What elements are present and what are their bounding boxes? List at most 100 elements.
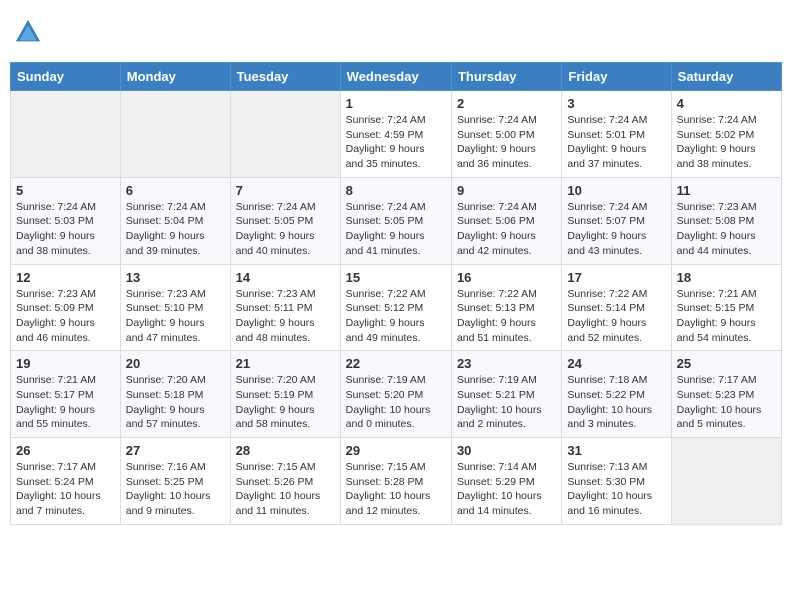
day-number: 27 bbox=[126, 443, 225, 458]
calendar-header-row: SundayMondayTuesdayWednesdayThursdayFrid… bbox=[11, 63, 782, 91]
day-number: 24 bbox=[567, 356, 665, 371]
day-info: Sunrise: 7:20 AM Sunset: 5:18 PM Dayligh… bbox=[126, 373, 225, 432]
calendar-cell: 6Sunrise: 7:24 AM Sunset: 5:04 PM Daylig… bbox=[120, 177, 230, 264]
calendar-cell: 3 Sunrise: 7:24 AM Sunset: 5:01 PM Daylig… bbox=[562, 91, 671, 178]
calendar-cell: 18 Sunrise: 7:21 AM Sunset: 5:15 PM Dayli… bbox=[671, 264, 781, 351]
calendar-cell bbox=[120, 91, 230, 178]
calendar-cell: 24Sunrise: 7:18 AM Sunset: 5:22 PM Dayli… bbox=[562, 351, 671, 438]
day-info: Sunrise: 7:22 AM Sunset: 5:13 PM Dayligh… bbox=[457, 287, 556, 346]
calendar-cell: 19 Sunrise: 7:21 AM Sunset: 5:17 PM Dayli… bbox=[11, 351, 121, 438]
day-number: 8 bbox=[346, 183, 446, 198]
day-info: Sunrise: 7:21 AM Sunset: 5:17 PM Dayligh… bbox=[16, 373, 115, 432]
day-info: Sunrise: 7:15 AM Sunset: 5:28 PM Dayligh… bbox=[346, 460, 446, 519]
calendar-week-row: 5Sunrise: 7:24 AM Sunset: 5:03 PM Daylig… bbox=[11, 177, 782, 264]
day-info: Sunrise: 7:19 AM Sunset: 5:20 PM Dayligh… bbox=[346, 373, 446, 432]
calendar-cell: 31 Sunrise: 7:13 AM Sunset: 5:30 PM Dayli… bbox=[562, 438, 671, 525]
calendar-header-tuesday: Tuesday bbox=[230, 63, 340, 91]
calendar-week-row: 19 Sunrise: 7:21 AM Sunset: 5:17 PM Dayli… bbox=[11, 351, 782, 438]
day-info: Sunrise: 7:15 AM Sunset: 5:26 PM Dayligh… bbox=[236, 460, 335, 519]
day-info: Sunrise: 7:14 AM Sunset: 5:29 PM Dayligh… bbox=[457, 460, 556, 519]
day-number: 20 bbox=[126, 356, 225, 371]
calendar-cell: 28 Sunrise: 7:15 AM Sunset: 5:26 PM Dayli… bbox=[230, 438, 340, 525]
calendar-cell: 12 Sunrise: 7:23 AM Sunset: 5:09 PM Dayli… bbox=[11, 264, 121, 351]
day-number: 18 bbox=[677, 270, 776, 285]
day-info: Sunrise: 7:13 AM Sunset: 5:30 PM Dayligh… bbox=[567, 460, 665, 519]
calendar-cell: 2Sunrise: 7:24 AM Sunset: 5:00 PM Daylig… bbox=[451, 91, 561, 178]
day-info: Sunrise: 7:23 AM Sunset: 5:10 PM Dayligh… bbox=[126, 287, 225, 346]
calendar-cell: 15 Sunrise: 7:22 AM Sunset: 5:12 PM Dayli… bbox=[340, 264, 451, 351]
calendar-cell: 26Sunrise: 7:17 AM Sunset: 5:24 PM Dayli… bbox=[11, 438, 121, 525]
day-number: 5 bbox=[16, 183, 115, 198]
calendar-header-monday: Monday bbox=[120, 63, 230, 91]
day-number: 30 bbox=[457, 443, 556, 458]
calendar-cell: 7Sunrise: 7:24 AM Sunset: 5:05 PM Daylig… bbox=[230, 177, 340, 264]
day-info: Sunrise: 7:24 AM Sunset: 5:00 PM Dayligh… bbox=[457, 113, 556, 172]
calendar-cell: 13Sunrise: 7:23 AM Sunset: 5:10 PM Dayli… bbox=[120, 264, 230, 351]
day-info: Sunrise: 7:21 AM Sunset: 5:15 PM Dayligh… bbox=[677, 287, 776, 346]
day-info: Sunrise: 7:22 AM Sunset: 5:12 PM Dayligh… bbox=[346, 287, 446, 346]
day-number: 14 bbox=[236, 270, 335, 285]
day-number: 9 bbox=[457, 183, 556, 198]
day-info: Sunrise: 7:23 AM Sunset: 5:08 PM Dayligh… bbox=[677, 200, 776, 259]
calendar-cell: 30 Sunrise: 7:14 AM Sunset: 5:29 PM Dayli… bbox=[451, 438, 561, 525]
calendar-cell bbox=[671, 438, 781, 525]
day-number: 11 bbox=[677, 183, 776, 198]
calendar-cell: 29 Sunrise: 7:15 AM Sunset: 5:28 PM Dayli… bbox=[340, 438, 451, 525]
day-number: 10 bbox=[567, 183, 665, 198]
calendar-cell bbox=[11, 91, 121, 178]
day-info: Sunrise: 7:24 AM Sunset: 5:02 PM Dayligh… bbox=[677, 113, 776, 172]
day-number: 23 bbox=[457, 356, 556, 371]
day-info: Sunrise: 7:23 AM Sunset: 5:11 PM Dayligh… bbox=[236, 287, 335, 346]
day-info: Sunrise: 7:24 AM Sunset: 5:05 PM Dayligh… bbox=[346, 200, 446, 259]
calendar-cell: 8 Sunrise: 7:24 AM Sunset: 5:05 PM Daylig… bbox=[340, 177, 451, 264]
day-info: Sunrise: 7:24 AM Sunset: 5:07 PM Dayligh… bbox=[567, 200, 665, 259]
day-info: Sunrise: 7:24 AM Sunset: 5:05 PM Dayligh… bbox=[236, 200, 335, 259]
calendar-week-row: 26Sunrise: 7:17 AM Sunset: 5:24 PM Dayli… bbox=[11, 438, 782, 525]
day-number: 4 bbox=[677, 96, 776, 111]
day-info: Sunrise: 7:20 AM Sunset: 5:19 PM Dayligh… bbox=[236, 373, 335, 432]
day-number: 31 bbox=[567, 443, 665, 458]
calendar-header-wednesday: Wednesday bbox=[340, 63, 451, 91]
calendar-header-sunday: Sunday bbox=[11, 63, 121, 91]
calendar-week-row: 1Sunrise: 7:24 AM Sunset: 4:59 PM Daylig… bbox=[11, 91, 782, 178]
day-info: Sunrise: 7:16 AM Sunset: 5:25 PM Dayligh… bbox=[126, 460, 225, 519]
day-number: 1 bbox=[346, 96, 446, 111]
day-number: 22 bbox=[346, 356, 446, 371]
day-info: Sunrise: 7:22 AM Sunset: 5:14 PM Dayligh… bbox=[567, 287, 665, 346]
calendar-cell: 10 Sunrise: 7:24 AM Sunset: 5:07 PM Dayli… bbox=[562, 177, 671, 264]
day-info: Sunrise: 7:17 AM Sunset: 5:23 PM Dayligh… bbox=[677, 373, 776, 432]
day-info: Sunrise: 7:24 AM Sunset: 5:01 PM Dayligh… bbox=[567, 113, 665, 172]
calendar-header-thursday: Thursday bbox=[451, 63, 561, 91]
logo bbox=[14, 18, 46, 46]
day-number: 19 bbox=[16, 356, 115, 371]
calendar-cell bbox=[230, 91, 340, 178]
calendar-cell: 27 Sunrise: 7:16 AM Sunset: 5:25 PM Dayli… bbox=[120, 438, 230, 525]
calendar-cell: 21 Sunrise: 7:20 AM Sunset: 5:19 PM Dayli… bbox=[230, 351, 340, 438]
day-info: Sunrise: 7:24 AM Sunset: 5:06 PM Dayligh… bbox=[457, 200, 556, 259]
day-info: Sunrise: 7:19 AM Sunset: 5:21 PM Dayligh… bbox=[457, 373, 556, 432]
calendar-cell: 17Sunrise: 7:22 AM Sunset: 5:14 PM Dayli… bbox=[562, 264, 671, 351]
calendar-cell: 25Sunrise: 7:17 AM Sunset: 5:23 PM Dayli… bbox=[671, 351, 781, 438]
day-info: Sunrise: 7:23 AM Sunset: 5:09 PM Dayligh… bbox=[16, 287, 115, 346]
calendar-cell: 1Sunrise: 7:24 AM Sunset: 4:59 PM Daylig… bbox=[340, 91, 451, 178]
day-info: Sunrise: 7:17 AM Sunset: 5:24 PM Dayligh… bbox=[16, 460, 115, 519]
page-header bbox=[10, 10, 782, 54]
day-number: 16 bbox=[457, 270, 556, 285]
calendar-cell: 9 Sunrise: 7:24 AM Sunset: 5:06 PM Daylig… bbox=[451, 177, 561, 264]
calendar-cell: 4 Sunrise: 7:24 AM Sunset: 5:02 PM Daylig… bbox=[671, 91, 781, 178]
calendar-cell: 16 Sunrise: 7:22 AM Sunset: 5:13 PM Dayli… bbox=[451, 264, 561, 351]
day-number: 12 bbox=[16, 270, 115, 285]
calendar-table: SundayMondayTuesdayWednesdayThursdayFrid… bbox=[10, 62, 782, 525]
day-number: 21 bbox=[236, 356, 335, 371]
logo-icon bbox=[14, 18, 42, 46]
calendar-cell: 5Sunrise: 7:24 AM Sunset: 5:03 PM Daylig… bbox=[11, 177, 121, 264]
day-number: 3 bbox=[567, 96, 665, 111]
calendar-cell: 22 Sunrise: 7:19 AM Sunset: 5:20 PM Dayli… bbox=[340, 351, 451, 438]
calendar-cell: 14 Sunrise: 7:23 AM Sunset: 5:11 PM Dayli… bbox=[230, 264, 340, 351]
calendar-cell: 20 Sunrise: 7:20 AM Sunset: 5:18 PM Dayli… bbox=[120, 351, 230, 438]
day-number: 28 bbox=[236, 443, 335, 458]
calendar-header-friday: Friday bbox=[562, 63, 671, 91]
day-number: 29 bbox=[346, 443, 446, 458]
day-info: Sunrise: 7:24 AM Sunset: 5:04 PM Dayligh… bbox=[126, 200, 225, 259]
day-number: 15 bbox=[346, 270, 446, 285]
